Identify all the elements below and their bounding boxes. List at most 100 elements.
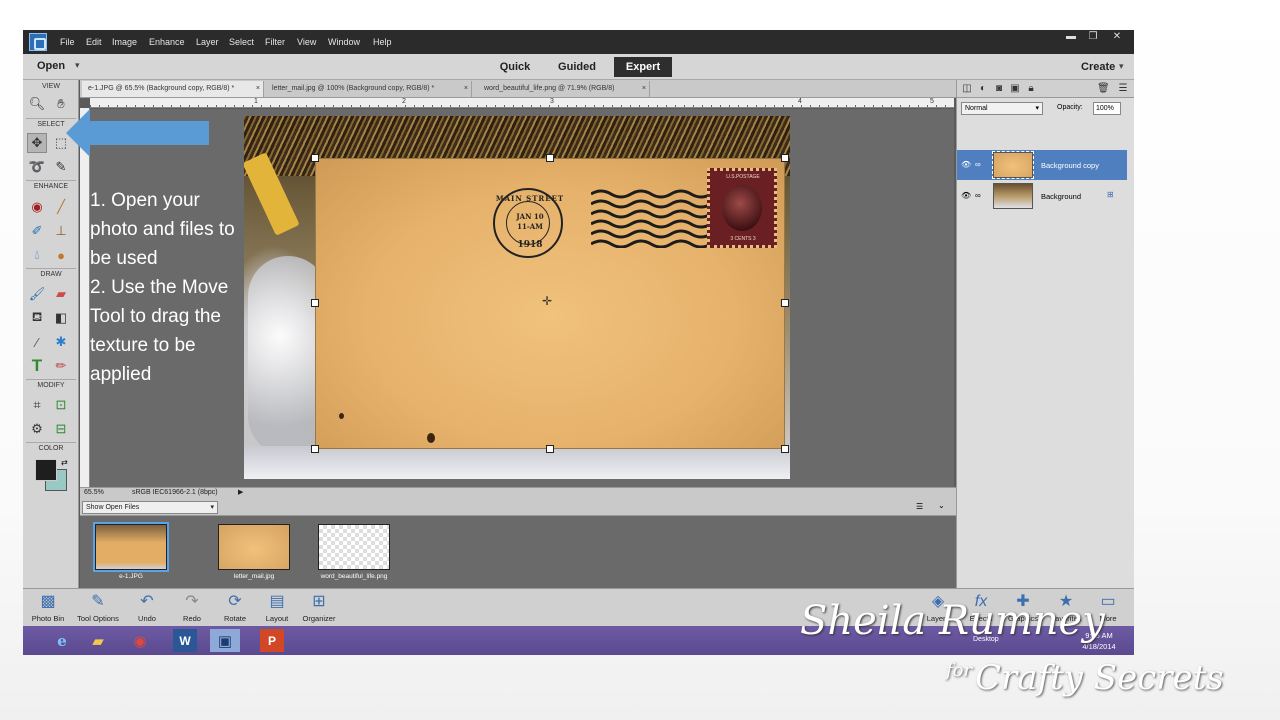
recompose-tool-icon[interactable]: ⊡	[51, 395, 71, 415]
watermark-brand: Crafty Secrets	[975, 658, 1224, 698]
chrome-icon[interactable]: ◉	[123, 629, 157, 652]
transform-handle[interactable]	[311, 154, 319, 162]
group-icon[interactable]: ▣	[1009, 83, 1021, 95]
file-explorer-icon[interactable]: ▰	[81, 629, 115, 652]
menu-window[interactable]: Window	[328, 37, 360, 47]
close-tab-icon[interactable]: ×	[464, 81, 468, 97]
transform-handle[interactable]	[311, 445, 319, 453]
smart-brush-icon[interactable]: ✐	[27, 221, 47, 241]
layer-mask-icon[interactable]: ◙	[993, 83, 1005, 95]
healing-brush-icon[interactable]: ╱	[51, 197, 71, 217]
restore-icon[interactable]: ❐	[1082, 32, 1104, 44]
menu-enhance[interactable]: Enhance	[149, 37, 185, 47]
photoshop-elements-window: File Edit Image Enhance Layer Select Fil…	[23, 30, 1134, 655]
word-icon[interactable]: W	[173, 629, 197, 652]
type-tool-icon[interactable]: T	[27, 356, 47, 376]
clone-stamp-icon[interactable]: ⊥	[51, 221, 71, 241]
thumb-word-beautiful-life[interactable]	[318, 524, 390, 570]
content-aware-move-icon[interactable]: ⚙︎	[27, 419, 47, 439]
quick-selection-tool-icon[interactable]: ✎	[51, 157, 71, 177]
straighten-tool-icon[interactable]: ⊟	[51, 419, 71, 439]
close-tab-icon[interactable]: ×	[642, 81, 646, 97]
adjustment-layer-icon[interactable]: ◐	[977, 83, 989, 95]
opacity-input[interactable]: 100%	[1093, 102, 1121, 115]
link-icon[interactable]: ∞	[975, 160, 981, 169]
layer-row-background[interactable]: 👁︎ ∞ Background ⊞	[957, 181, 1127, 211]
zoom-level[interactable]: 65.5%	[84, 489, 104, 496]
ruler-mark: 4	[798, 98, 802, 105]
menu-view[interactable]: View	[297, 37, 316, 47]
create-button[interactable]: Create	[1081, 61, 1115, 73]
menu-select[interactable]: Select	[229, 37, 254, 47]
tab-guided[interactable]: Guided	[551, 57, 603, 77]
transform-handle[interactable]	[781, 299, 789, 307]
ruler-mark: 2	[402, 98, 406, 105]
menu-help[interactable]: Help	[373, 37, 392, 47]
transform-handle[interactable]	[781, 154, 789, 162]
visibility-eye-icon[interactable]: 👁︎	[961, 160, 971, 169]
tab-quick[interactable]: Quick	[492, 57, 538, 77]
foreground-color-swatch[interactable]	[35, 459, 57, 481]
blend-mode-select[interactable]: Normal ▾	[961, 102, 1043, 115]
brush-tool-icon[interactable]: 🖌︎	[27, 284, 47, 304]
custom-shape-icon[interactable]: ✱	[51, 332, 71, 352]
link-icon[interactable]: ∞	[975, 191, 981, 200]
transform-handle[interactable]	[546, 445, 554, 453]
menu-image[interactable]: Image	[112, 37, 137, 47]
divider	[26, 180, 76, 181]
menu-layer[interactable]: Layer	[196, 37, 219, 47]
tab-letter-mail[interactable]: letter_mail.jpg @ 100% (Background copy,…	[266, 81, 472, 97]
ie-icon[interactable]: e	[45, 629, 79, 652]
lasso-tool-icon[interactable]: ➰	[27, 157, 47, 177]
section-color-label: COLOR	[38, 445, 64, 452]
create-dropdown-icon[interactable]: ▾	[1119, 61, 1124, 72]
photoshop-elements-taskbar-icon[interactable]: ▣	[210, 629, 240, 652]
transform-handle[interactable]	[311, 299, 319, 307]
bin-collapse-icon[interactable]: ⌄	[938, 501, 945, 510]
close-icon[interactable]: ✕	[1106, 32, 1128, 44]
eyedropper-icon[interactable]: ⁄	[27, 332, 47, 352]
trash-icon[interactable]: 🗑︎	[1097, 83, 1110, 95]
sponge-tool-icon[interactable]: ●	[51, 245, 71, 265]
transform-handle[interactable]	[781, 445, 789, 453]
thumb-letter-mail[interactable]	[218, 524, 290, 570]
red-eye-tool-icon[interactable]: ◉	[27, 197, 47, 217]
visibility-eye-icon[interactable]: 👁︎	[961, 191, 971, 200]
eraser-tool-icon[interactable]: ▰	[51, 284, 71, 304]
close-tab-icon[interactable]: ×	[256, 81, 260, 97]
bin-menu-icon[interactable]: ☰	[916, 502, 923, 511]
tab-e1-jpg[interactable]: e-1.JPG @ 65.5% (Background copy, RGB/8)…	[82, 81, 264, 97]
tool-options-button[interactable]: ✎ Tool Options	[73, 592, 123, 623]
panel-menu-icon[interactable]: ☰	[1117, 83, 1129, 95]
minimize-icon[interactable]: ▬	[1060, 32, 1082, 44]
menu-edit[interactable]: Edit	[86, 37, 102, 47]
swap-colors-icon[interactable]: ⇄	[61, 458, 68, 467]
instruction-text: 1. Open your photo and files to be used …	[90, 186, 250, 389]
new-layer-icon[interactable]: ◫	[961, 83, 973, 95]
open-button[interactable]: Open	[37, 60, 65, 72]
menu-file[interactable]: File	[60, 37, 75, 47]
photo-bin-filter[interactable]: Show Open Files ▾	[82, 501, 218, 514]
transform-handle[interactable]	[546, 154, 554, 162]
menu-filter[interactable]: Filter	[265, 37, 285, 47]
pencil-tool-icon[interactable]: ✏︎	[51, 356, 71, 376]
open-dropdown-icon[interactable]: ▾	[75, 60, 80, 71]
thumb-e1[interactable]	[93, 522, 169, 572]
tab-word-beautiful-life[interactable]: word_beautiful_life.png @ 71.9% (RGB/8) …	[478, 81, 650, 97]
tab-expert[interactable]: Expert	[614, 57, 672, 77]
photo-bin-button[interactable]: ▩ Photo Bin	[23, 592, 73, 623]
document-image[interactable]: MAIN STREET JAN 10 11-AM 1918 U.S.POSTAG…	[244, 116, 790, 479]
organizer-button[interactable]: ⊞ Organizer	[294, 592, 344, 623]
color-profile: sRGB IEC61966-2.1 (8bpc)	[132, 489, 218, 496]
paint-bucket-icon[interactable]: ⛾	[27, 308, 47, 328]
powerpoint-icon[interactable]: P	[260, 629, 284, 652]
blur-tool-icon[interactable]: 💧︎	[27, 245, 47, 265]
zoom-tool-icon[interactable]: 🔍︎	[27, 94, 47, 114]
lock-icon[interactable]: 🔒︎	[1025, 83, 1037, 95]
move-tool-icon[interactable]: ✥	[27, 133, 47, 153]
gradient-tool-icon[interactable]: ◧	[51, 308, 71, 328]
undo-button[interactable]: ↶ Undo	[122, 592, 172, 623]
crop-tool-icon[interactable]: ⌗	[27, 395, 47, 415]
layer-row-background-copy[interactable]: 👁︎ ∞ Background copy	[957, 150, 1127, 180]
status-menu-icon[interactable]: ▶	[238, 488, 243, 496]
